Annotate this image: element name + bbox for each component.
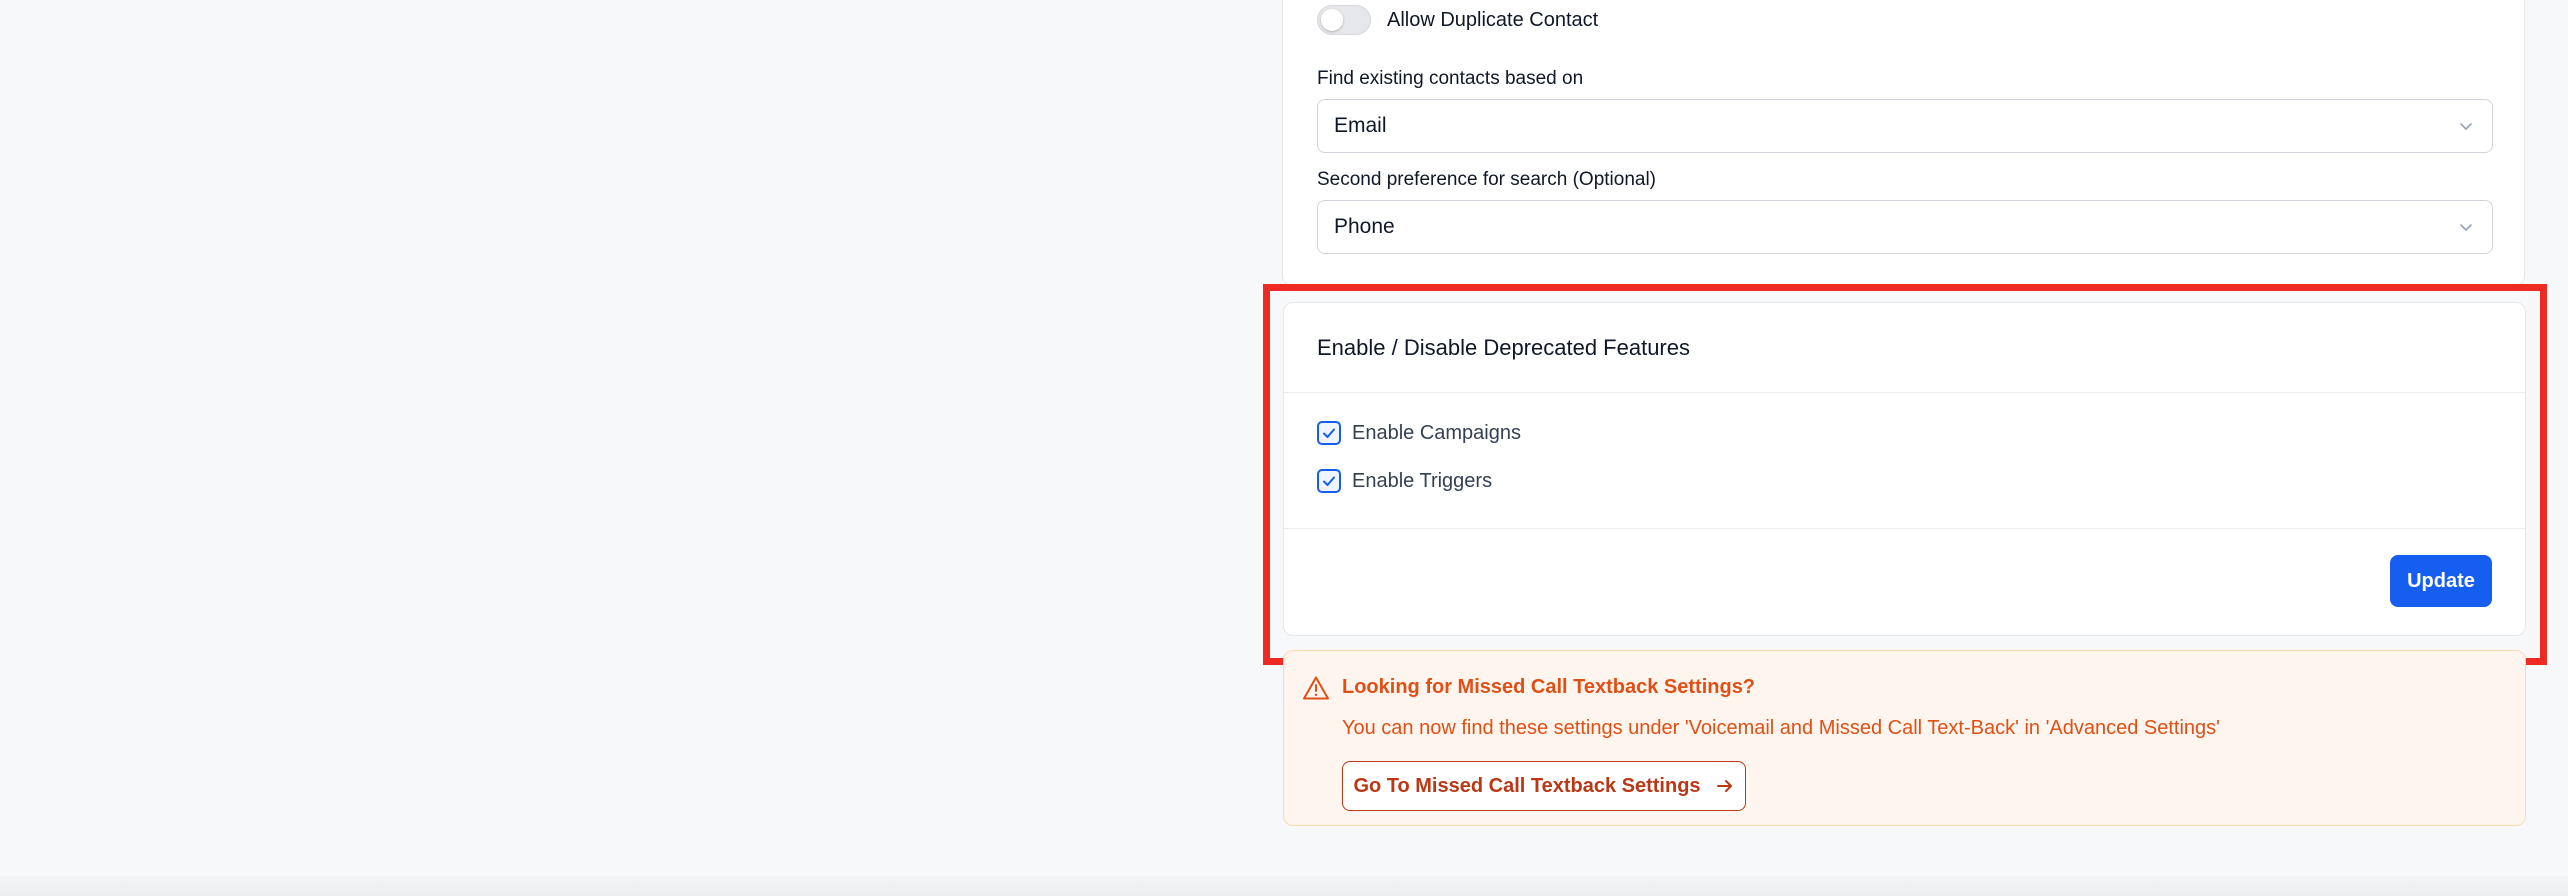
divider [1284,392,2525,393]
primary-search-label: Find existing contacts based on [1317,68,1584,89]
go-to-missed-call-settings-label: Go To Missed Call Textback Settings [1353,774,1701,797]
deprecated-features-title: Enable / Disable Deprecated Features [1317,335,1690,360]
enable-triggers-label: Enable Triggers [1352,469,1493,492]
checkmark-icon [1323,476,1335,486]
primary-search-select[interactable]: Email [1317,99,2493,153]
secondary-search-value: Phone [1334,215,1395,238]
arrow-right-icon [1716,780,1732,792]
toggle-knob [1321,9,1343,31]
enable-triggers-checkbox[interactable] [1317,469,1341,493]
contact-settings-card: Allow Duplicate Contact Find existing co… [1282,0,2525,286]
bottom-strip [0,876,2568,896]
deprecated-features-card: Enable / Disable Deprecated Features Ena… [1283,302,2526,636]
page: Allow Duplicate Contact Find existing co… [0,0,2568,896]
secondary-search-select[interactable]: Phone [1317,200,2493,254]
allow-duplicate-label: Allow Duplicate Contact [1387,8,1599,31]
chevron-down-icon [2460,123,2472,130]
enable-campaigns-checkbox[interactable] [1317,421,1341,445]
missed-call-notice-title: Looking for Missed Call Textback Setting… [1342,676,1756,698]
go-to-missed-call-settings-button[interactable]: Go To Missed Call Textback Settings [1342,761,1746,811]
primary-search-value: Email [1334,114,1387,137]
divider [1284,528,2525,529]
missed-call-notice-text: You can now find these settings under 'V… [1342,717,2220,739]
chevron-down-icon [2460,224,2472,231]
missed-call-notice: Looking for Missed Call Textback Setting… [1283,650,2526,826]
enable-triggers-row[interactable]: Enable Triggers [1317,469,1492,493]
secondary-search-label: Second preference for search (Optional) [1317,169,1657,190]
update-button[interactable]: Update [2390,555,2492,607]
allow-duplicate-row: Allow Duplicate Contact [1317,5,1598,35]
checkmark-icon [1323,428,1335,438]
enable-campaigns-label: Enable Campaigns [1352,421,1521,444]
warning-triangle-icon [1303,676,1329,700]
allow-duplicate-toggle[interactable] [1317,5,1371,35]
enable-campaigns-row[interactable]: Enable Campaigns [1317,421,1521,445]
